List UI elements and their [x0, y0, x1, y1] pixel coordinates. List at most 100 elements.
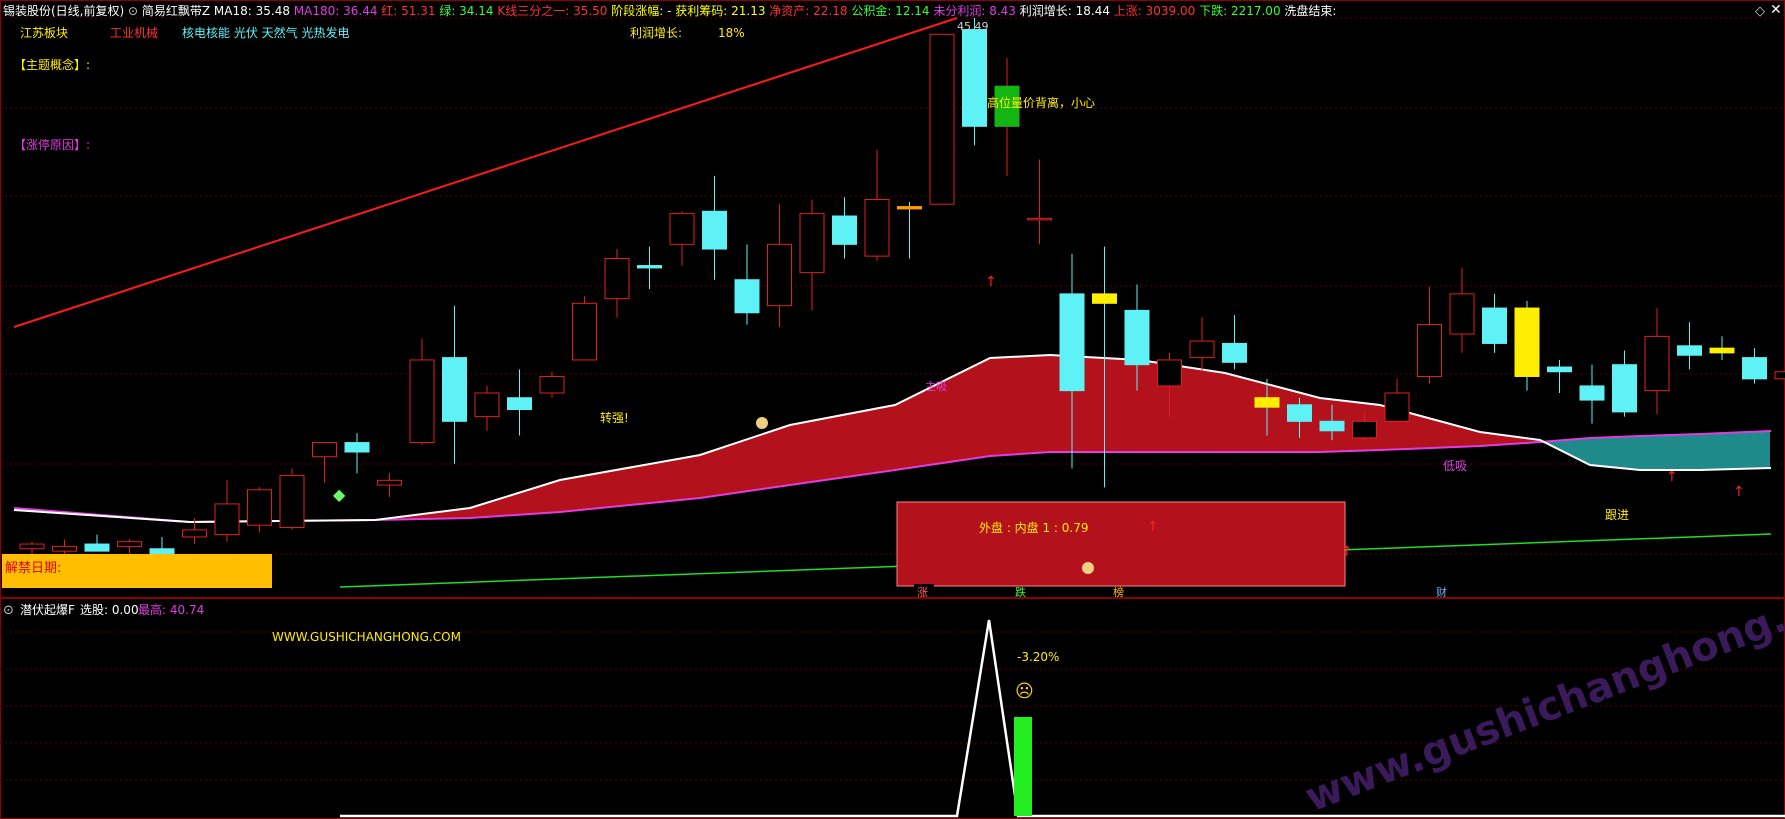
candle — [734, 244, 760, 325]
sub-select-label: 选股: 0.00 — [80, 603, 139, 617]
profit-growth-label: 利润增长: — [630, 26, 682, 40]
ribbon-band-teal — [1546, 431, 1770, 470]
candle — [1612, 350, 1637, 417]
sub-indicator-name: 潜伏起爆F — [20, 603, 75, 617]
candle — [604, 249, 630, 318]
candle-body — [1352, 420, 1377, 439]
high-price-label: 45.49 — [957, 20, 989, 33]
candle-body — [832, 215, 857, 245]
candle-body — [1384, 392, 1410, 422]
candle-body — [1579, 385, 1605, 401]
sub-max-label: 最高: 40.74 — [138, 602, 204, 617]
candle-body — [84, 543, 110, 552]
moving-average-lines — [13, 17, 1772, 588]
candle-body — [52, 545, 77, 552]
candle-body — [1254, 397, 1280, 408]
ribbon-bands — [14, 355, 1770, 522]
unlock-date-label: 解禁日期: — [5, 561, 61, 576]
sad-face-icon: ☹ — [1015, 681, 1034, 702]
close-icon[interactable]: ✕ — [1770, 2, 1782, 18]
candle-body — [1092, 293, 1117, 304]
candle — [84, 534, 110, 552]
candle-body — [182, 529, 207, 538]
candle-body — [539, 375, 565, 394]
candle — [572, 296, 597, 361]
candle-body — [1547, 366, 1572, 373]
candle — [799, 199, 825, 311]
candle — [929, 33, 955, 205]
candle — [1222, 315, 1247, 370]
header-value-11: 上涨: 3039.00 — [1114, 3, 1199, 18]
header-value-4: K线三分之一: 35.50 — [497, 4, 611, 18]
sub-toggle-icon[interactable]: ⊙ — [3, 603, 14, 618]
sector-label: 江苏板块 — [20, 26, 68, 40]
candlestick-series — [19, 18, 1785, 559]
candle — [1482, 293, 1507, 353]
candle-body — [1157, 359, 1182, 387]
warning-text: 高位量价背离，小心 — [987, 95, 1095, 110]
header-value-3: 绿: 34.14 — [439, 3, 497, 18]
candle-body — [734, 279, 760, 314]
theme-concept-label: 【主题概念】: — [14, 57, 90, 72]
header-value-6: 获利筹码: 21.13 — [675, 4, 769, 18]
candle-body — [1287, 404, 1312, 422]
sub-green-bar — [1014, 717, 1032, 816]
turn-strong-text: 转强! — [600, 410, 629, 425]
candle-body — [247, 489, 272, 526]
candle-body — [572, 302, 597, 361]
candle — [702, 175, 727, 280]
header-value-9: 未分利润: 8.43 — [933, 4, 1019, 18]
main-header: 锡装股份(日线,前复权) ⊙ 简易红飘带Z MA18: 35.48 MA180:… — [3, 2, 1782, 19]
candle — [1677, 322, 1702, 370]
bang-marker: 榜 — [1113, 585, 1124, 599]
candle-body — [604, 257, 630, 300]
candle — [409, 338, 435, 445]
header-line: 锡装股份(日线,前复权) ⊙ 简易红飘带Z MA18: 35.48 MA180:… — [3, 3, 1336, 18]
candle — [149, 536, 175, 556]
candle — [539, 371, 565, 398]
candle-body — [1449, 293, 1475, 335]
industry-label: 工业机械 — [110, 25, 158, 40]
candle — [442, 305, 467, 464]
candle-body — [279, 475, 305, 529]
candle — [279, 468, 305, 530]
candle-body — [1482, 307, 1507, 344]
candle-body — [1417, 324, 1442, 377]
candle — [994, 57, 1020, 176]
candle — [1449, 267, 1475, 353]
candle — [1189, 317, 1215, 372]
outer-inner-box — [896, 501, 1346, 587]
money-bag-icon — [1082, 562, 1094, 574]
candle-body — [117, 541, 142, 547]
candle — [864, 149, 890, 261]
candle — [507, 369, 532, 436]
candle — [1027, 159, 1052, 245]
cai-marker: 财 — [1436, 585, 1447, 599]
candle-body — [507, 397, 532, 411]
header-value-0: MA18: 35.48 — [214, 4, 294, 18]
up-arrow-icon: ↑ — [1733, 484, 1745, 500]
candle — [767, 204, 792, 327]
outer-inner-ratio: 外盘 : 内盘 1 : 0.79 — [979, 520, 1089, 535]
diamond-toggle-icon[interactable]: ◇ — [1755, 4, 1765, 19]
up-arrow-icon: ↑ — [1147, 519, 1159, 535]
candle-body — [377, 479, 402, 486]
up-arrow-icon: ↑ — [985, 274, 997, 290]
candle — [1514, 300, 1540, 391]
band-label: 主吸 — [925, 380, 947, 393]
indicator-name: 简易红飘带Z — [142, 3, 214, 18]
diamond-icon: ◆ — [333, 485, 346, 504]
candle-body — [1742, 357, 1767, 380]
candle-body — [409, 359, 435, 444]
candle — [474, 385, 500, 431]
candle-body — [897, 206, 922, 210]
candle-body — [474, 392, 500, 418]
candle — [344, 433, 370, 474]
header-value-13: 洗盘结束: — [1284, 3, 1336, 18]
header-value-2: 红: 51.31 — [381, 3, 439, 18]
candle-body — [702, 210, 727, 250]
follow-text: 跟进 — [1605, 508, 1629, 522]
chart-stage: 解禁日期: 外盘 : 内盘 1 : 0.79 涨 跌 榜 财 45.49 高位量… — [0, 0, 1785, 819]
candle-body — [767, 243, 792, 307]
header-value-1: MA180: 36.44 — [294, 4, 382, 18]
